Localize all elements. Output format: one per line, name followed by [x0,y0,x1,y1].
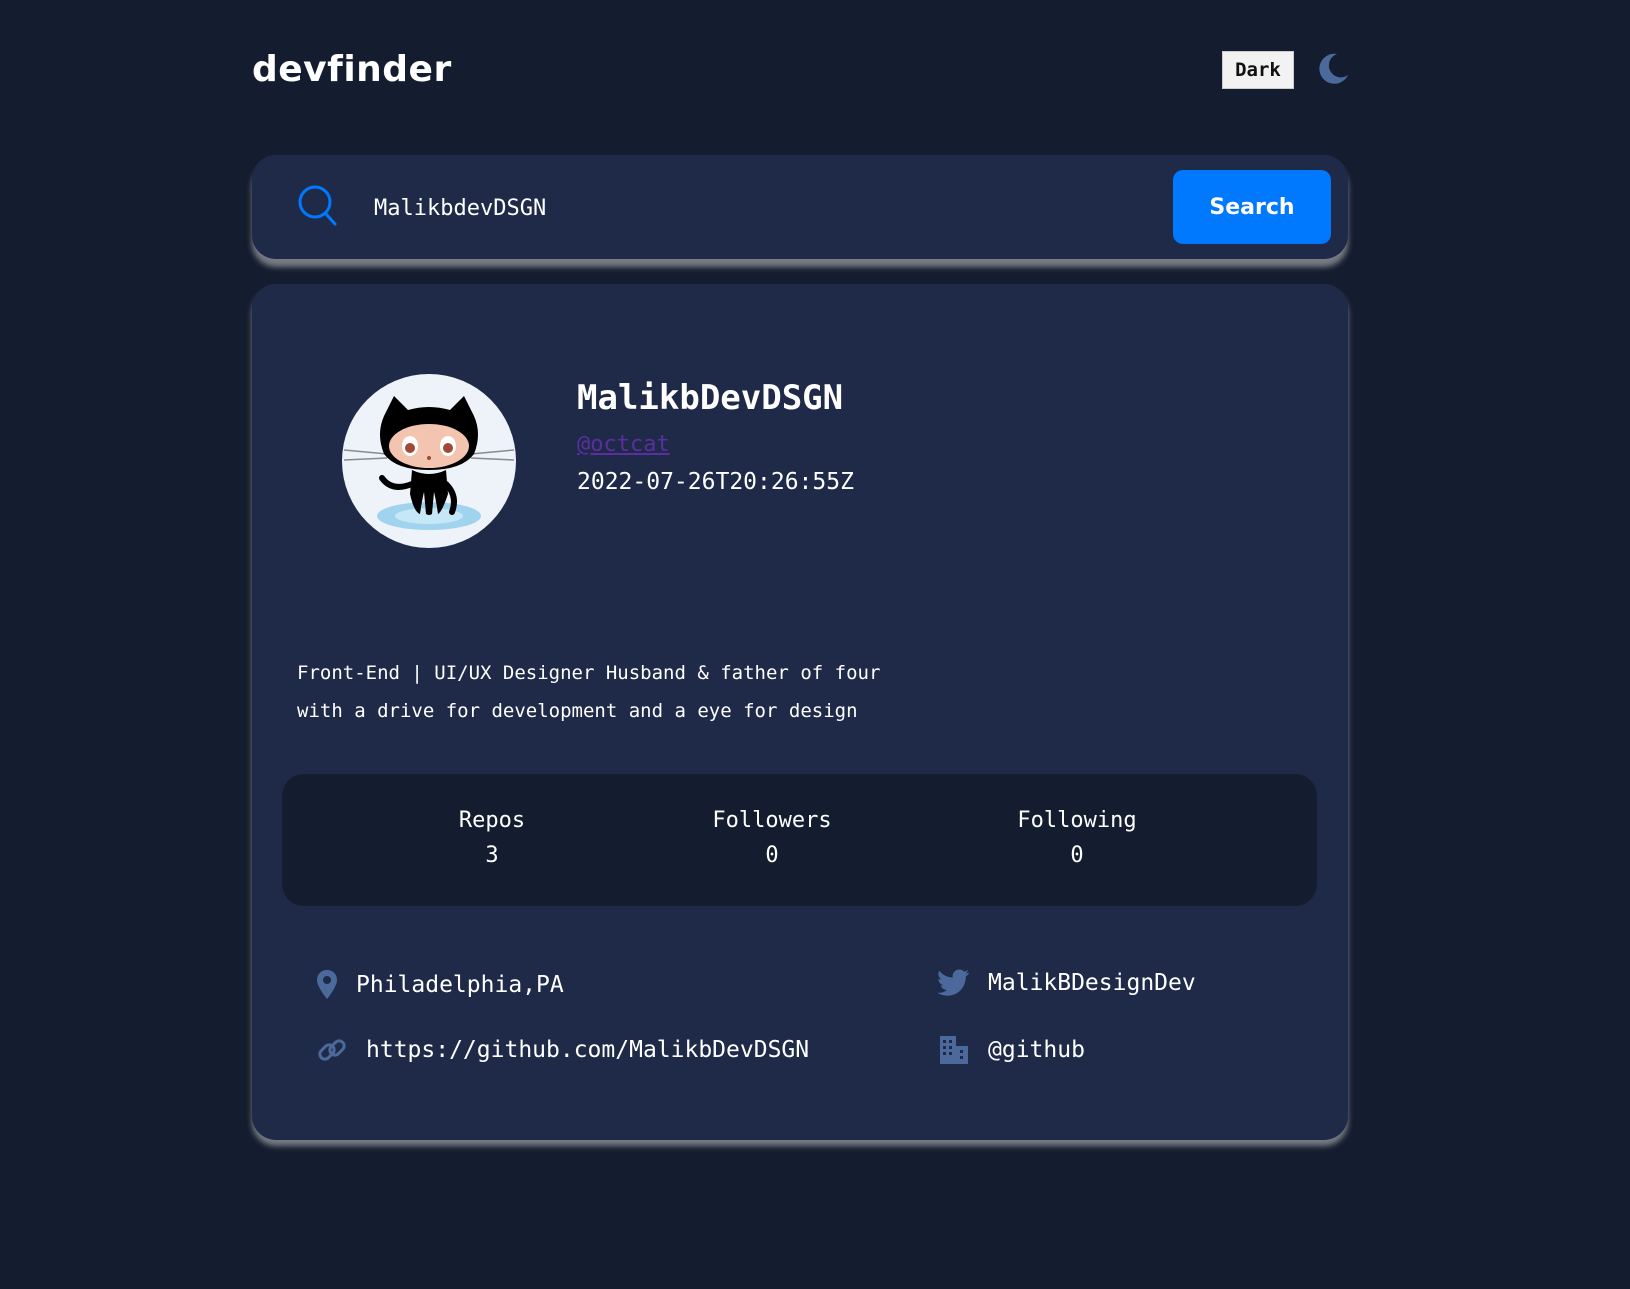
stat-value: 0 [765,843,779,868]
header: devfinder Dark [252,45,1348,97]
bio-line: with a drive for development and a eye f… [297,700,858,722]
profile-name: MalikbDevDSGN [577,378,844,418]
company-name[interactable]: @github [988,1037,1085,1063]
link-icon [318,1039,346,1061]
location-pin-icon [317,970,337,999]
app-logo: devfinder [252,49,452,90]
blog-row: https://github.com/MalikbDevDSGN [316,1034,809,1066]
profile-bio: Front-End | UI/UX Designer Husband & fat… [297,654,937,730]
stat-repos: Repos 3 [442,806,542,876]
stat-label: Repos [458,808,526,833]
location-row: Philadelphia,PA [316,969,564,1001]
stat-value: 0 [1070,843,1084,868]
blog-link[interactable]: https://github.com/MalikbDevDSGN [366,1037,809,1063]
stat-following: Following 0 [997,806,1157,876]
stats-panel: Repos 3 Followers 0 Following 0 [282,774,1317,906]
twitter-icon [938,969,969,996]
twitter-row: MalikBDesignDev [938,969,1196,997]
stat-followers: Followers 0 [692,806,852,876]
profile-login-link[interactable]: @octcat [577,432,670,457]
profile-card: MalikbDevDSGN @octcat 2022-07-26T20:26:5… [252,284,1348,1140]
stat-label: Following [1017,808,1137,833]
location-text: Philadelphia,PA [356,972,564,998]
building-icon [940,1036,968,1064]
profile-join-date: 2022-07-26T20:26:55Z [577,469,854,495]
search-button[interactable]: Search [1173,170,1331,244]
stat-label: Followers [712,808,832,833]
bio-line: Front-End | UI/UX Designer Husband & fat… [297,662,881,684]
stat-value: 3 [485,843,499,868]
moon-icon[interactable] [1315,51,1351,87]
search-icon [298,185,337,226]
twitter-handle[interactable]: MalikBDesignDev [988,970,1196,996]
company-row: @github [938,1034,1085,1066]
octocat-avatar [342,374,516,548]
octocat-icon [343,396,515,530]
theme-toggle-button[interactable]: Dark [1222,51,1294,89]
search-input[interactable] [372,185,1076,231]
search-bar: Search [252,155,1348,259]
